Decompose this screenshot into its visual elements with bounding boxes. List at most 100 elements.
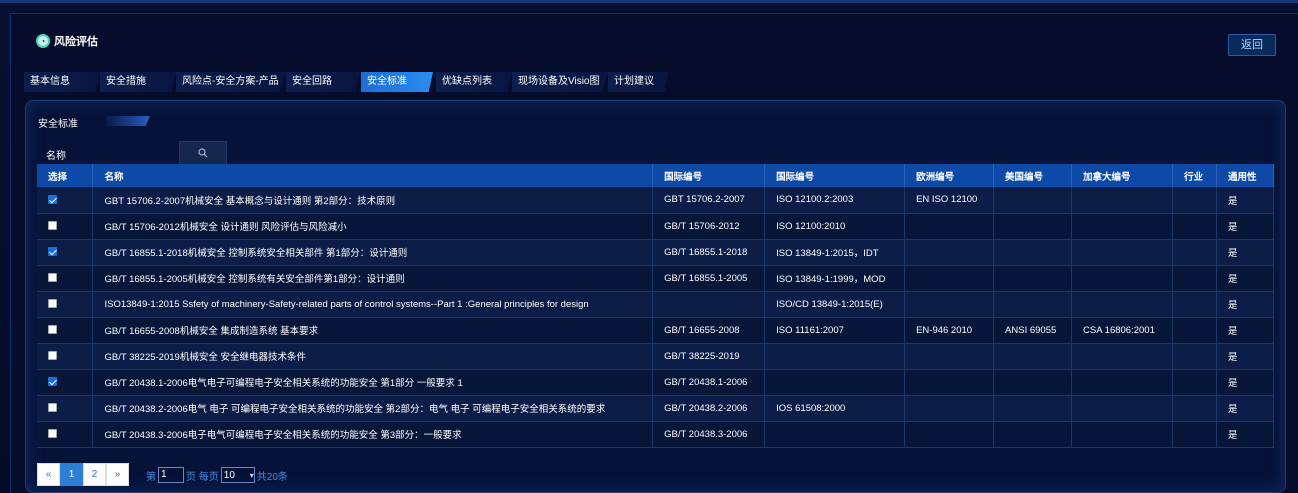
search-button[interactable] — [179, 141, 227, 165]
cell-eu-number: EN-946 2010 — [904, 317, 995, 344]
cell-industry — [1172, 421, 1217, 448]
cell-name: GB/T 20438.1-2006电气电子可编程电子安全相关系统的功能安全 第1… — [92, 369, 654, 396]
cell-select — [37, 317, 94, 344]
search-icon — [198, 148, 208, 158]
col-header-select: 选择 — [37, 164, 94, 187]
cell-us-number — [993, 369, 1073, 396]
cell-industry — [1172, 395, 1217, 422]
row-checkbox[interactable] — [48, 351, 57, 361]
row-checkbox[interactable] — [48, 247, 57, 257]
cell-industry — [1172, 265, 1217, 292]
row-checkbox[interactable] — [48, 195, 57, 205]
cell-name: GBT 15706.2-2007机械安全 基本概念与设计通则 第2部分：技术原则 — [92, 187, 654, 214]
row-checkbox[interactable] — [48, 221, 57, 231]
tab-safety-circuit[interactable]: 安全回路 — [286, 72, 360, 92]
tab-plan-suggestions[interactable]: 计划建议 — [608, 72, 668, 92]
col-header-us-number: 美国编号 — [993, 164, 1073, 187]
cell-eu-number — [904, 265, 995, 292]
back-button[interactable]: 返回 — [1228, 34, 1276, 56]
cell-intl-number-1 — [652, 291, 766, 318]
page-button-1[interactable]: 1 — [60, 463, 83, 486]
cell-select — [37, 421, 94, 448]
table-row[interactable]: GB/T 16855.1-2018机械安全 控制系统安全相关部件 第1部分：设计… — [37, 239, 1275, 266]
cell-select — [37, 395, 94, 422]
pagination-info: 第 1 页 每页 10 ▾ 共20条 — [146, 467, 288, 483]
tab-site-equipment-visio[interactable]: 现场设备及Visio图 — [512, 72, 608, 92]
table-row[interactable]: GB/T 15706-2012机械安全 设计通则 风险评估与风险减小 GB/T 1… — [37, 213, 1275, 240]
row-checkbox[interactable] — [48, 403, 57, 413]
cell-ca-number — [1071, 265, 1173, 292]
table-row[interactable]: GB/T 20438.2-2006电气 电子 可编程电子安全相关系统的功能安全 … — [37, 395, 1275, 422]
cell-us-number — [993, 421, 1073, 448]
cell-ca-number — [1071, 343, 1173, 370]
col-header-intl-number-1: 国际编号 — [652, 164, 766, 187]
tab-pros-cons[interactable]: 优缺点列表 — [436, 72, 512, 92]
prev-page-button[interactable]: « — [37, 463, 60, 486]
cell-intl-number-1: GB/T 38225-2019 — [652, 343, 766, 370]
cell-ca-number — [1071, 369, 1173, 396]
tab-risk-point-solution-product[interactable]: 风险点-安全方案-产品 — [176, 72, 286, 92]
page-suffix: 页 每页 — [186, 471, 219, 483]
table-row[interactable]: GB/T 16855.1-2005机械安全 控制系统有关安全部件第1部分：设计通… — [37, 265, 1275, 292]
risk-assessment-icon: ◔ — [36, 34, 50, 48]
next-page-button[interactable]: » — [106, 463, 129, 486]
cell-us-number — [993, 187, 1073, 214]
cell-intl-number-2: ISO/CD 13849-1:2015(E) — [764, 291, 906, 318]
cell-general: 是 — [1216, 395, 1275, 422]
cell-eu-number — [904, 343, 995, 370]
cell-industry — [1172, 369, 1217, 396]
page-number-input[interactable]: 1 — [158, 467, 184, 483]
row-checkbox[interactable] — [48, 273, 57, 283]
table-row[interactable]: GB/T 20438.1-2006电气电子可编程电子安全相关系统的功能安全 第1… — [37, 369, 1275, 396]
row-checkbox[interactable] — [48, 377, 57, 387]
tab-basic-info[interactable]: 基本信息 — [24, 72, 100, 92]
cell-select — [37, 343, 94, 370]
col-header-name: 名称 — [92, 164, 654, 187]
cell-intl-number-1: GB/T 20438.3-2006 — [652, 421, 766, 448]
row-checkbox[interactable] — [48, 325, 57, 335]
cell-intl-number-2 — [764, 369, 906, 396]
col-header-general: 通用性 — [1216, 164, 1275, 187]
cell-name: ISO13849-1:2015 Ssfety of machinery-Safe… — [92, 291, 654, 318]
table-row[interactable]: GB/T 16655-2008机械安全 集成制造系统 基本要求 GB/T 1665… — [37, 317, 1275, 344]
cell-industry — [1172, 291, 1217, 318]
cell-select — [37, 187, 94, 214]
panel-title: 安全标准 — [38, 119, 78, 130]
page-button-2[interactable]: 2 — [83, 463, 106, 486]
tab-safety-measures[interactable]: 安全措施 — [100, 72, 176, 92]
table-row[interactable]: GB/T 20438.3-2006电子电气可编程电子安全相关系统的功能安全 第3… — [37, 421, 1275, 448]
cell-general: 是 — [1216, 239, 1275, 266]
table-row[interactable]: ISO13849-1:2015 Ssfety of machinery-Safe… — [37, 291, 1275, 318]
col-header-ca-number: 加拿大编号 — [1071, 164, 1173, 187]
standards-table: 选择 名称 国际编号 国际编号 欧洲编号 美国编号 加拿大编号 行业 通用性 G… — [37, 164, 1275, 448]
col-header-intl-number-2: 国际编号 — [764, 164, 906, 187]
cell-intl-number-2: ISO 13849-1:2015，IDT — [764, 239, 906, 266]
cell-eu-number — [904, 239, 995, 266]
cell-us-number — [993, 213, 1073, 240]
row-checkbox[interactable] — [48, 299, 57, 309]
cell-name: GB/T 16855.1-2018机械安全 控制系统安全相关部件 第1部分：设计… — [92, 239, 654, 266]
cell-eu-number — [904, 213, 995, 240]
table-row[interactable]: GB/T 38225-2019机械安全 安全继电器技术条件 GB/T 38225-… — [37, 343, 1275, 370]
cell-name: GB/T 38225-2019机械安全 安全继电器技术条件 — [92, 343, 654, 370]
row-checkbox[interactable] — [48, 429, 57, 439]
cell-general: 是 — [1216, 369, 1275, 396]
chevron-down-icon: ▾ — [249, 470, 254, 480]
cell-general: 是 — [1216, 317, 1275, 344]
search-label: 名称 — [46, 151, 66, 162]
cell-name: GB/T 16655-2008机械安全 集成制造系统 基本要求 — [92, 317, 654, 344]
tab-safety-standards[interactable]: 安全标准 — [361, 72, 433, 92]
cell-eu-number — [904, 395, 995, 422]
cell-industry — [1172, 213, 1217, 240]
panel-title-decoration — [106, 116, 150, 126]
cell-name: GB/T 15706-2012机械安全 设计通则 风险评估与风险减小 — [92, 213, 654, 240]
cell-us-number — [993, 291, 1073, 318]
page-size-select[interactable]: 10 ▾ — [220, 467, 255, 483]
cell-ca-number — [1071, 421, 1173, 448]
table-row[interactable]: GBT 15706.2-2007机械安全 基本概念与设计通则 第2部分：技术原则… — [37, 187, 1275, 214]
cell-intl-number-1: GBT 15706.2-2007 — [652, 187, 766, 214]
cell-intl-number-1: GB/T 20438.1-2006 — [652, 369, 766, 396]
total-count: 共20条 — [256, 471, 288, 483]
cell-us-number — [993, 239, 1073, 266]
cell-intl-number-2: IOS 61508:2000 — [764, 395, 906, 422]
